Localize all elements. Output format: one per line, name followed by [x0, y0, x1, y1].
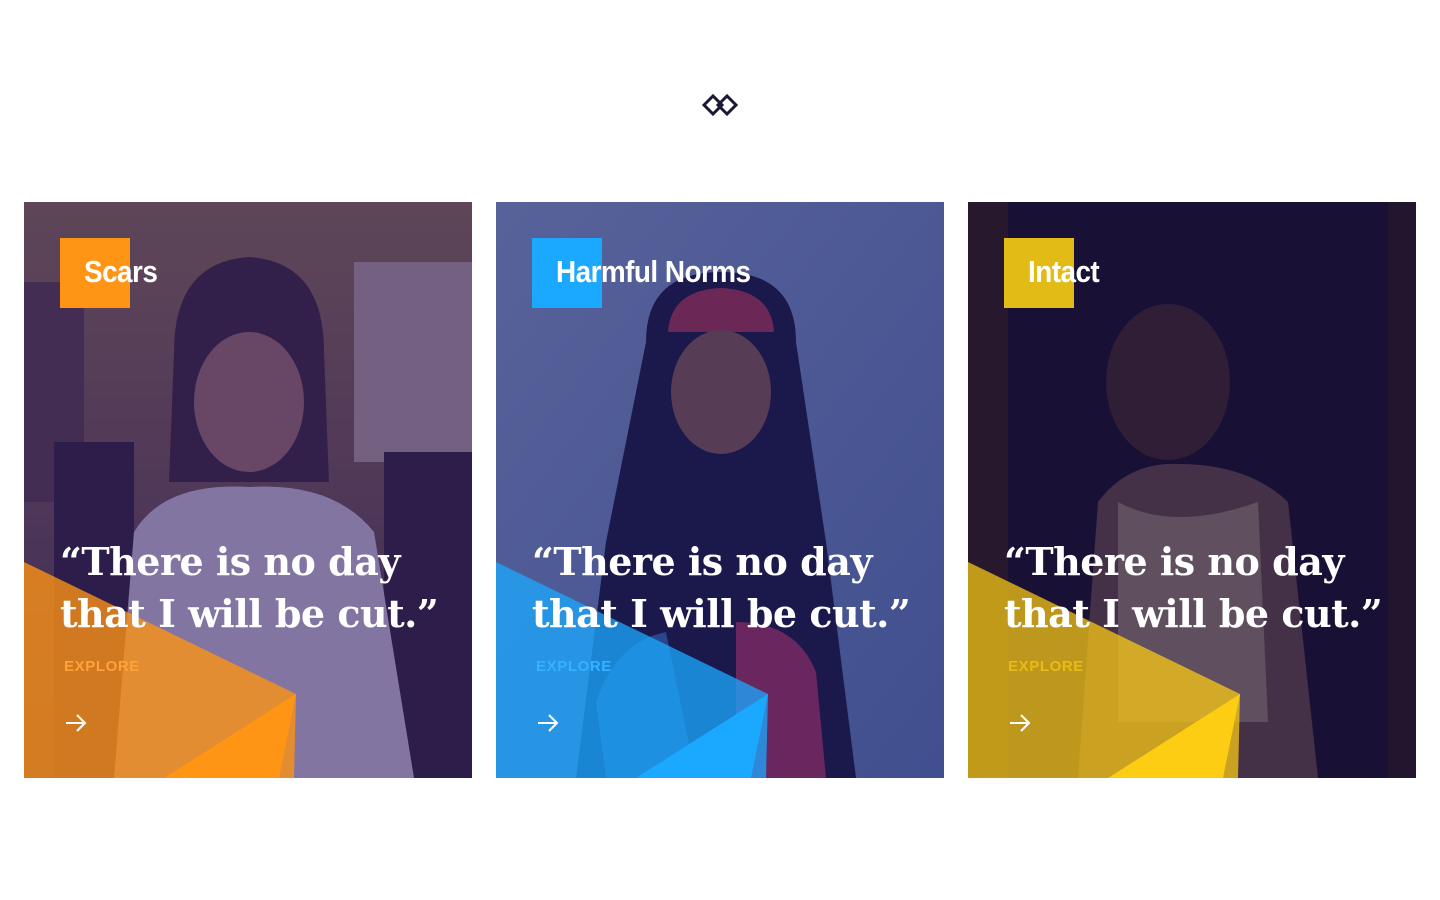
story-card-scars[interactable]: Scars “There is no day that I will be cu… — [24, 202, 472, 778]
category-title: Harmful Norms — [556, 254, 751, 289]
category-title: Scars — [84, 254, 158, 289]
explore-link[interactable]: EXPLORE — [1008, 658, 1084, 675]
card-quote: “There is no day that I will be cut.” — [1004, 539, 1383, 636]
story-card-intact[interactable]: Intact “There is no day that I will be c… — [968, 202, 1416, 778]
explore-link[interactable]: EXPLORE — [536, 658, 612, 675]
card-quote: “There is no day that I will be cut.” — [60, 539, 439, 636]
arrow-right-icon[interactable] — [64, 712, 88, 734]
arrow-right-icon[interactable] — [536, 712, 560, 734]
arrow-right-icon[interactable] — [1008, 712, 1032, 734]
category-title: Intact — [1028, 254, 1100, 289]
card-quote: “There is no day that I will be cut.” — [532, 539, 911, 636]
story-cards: Scars “There is no day that I will be cu… — [0, 0, 1440, 900]
explore-link[interactable]: EXPLORE — [64, 658, 140, 675]
story-card-harmful-norms[interactable]: Harmful Norms “There is no day that I wi… — [496, 202, 944, 778]
